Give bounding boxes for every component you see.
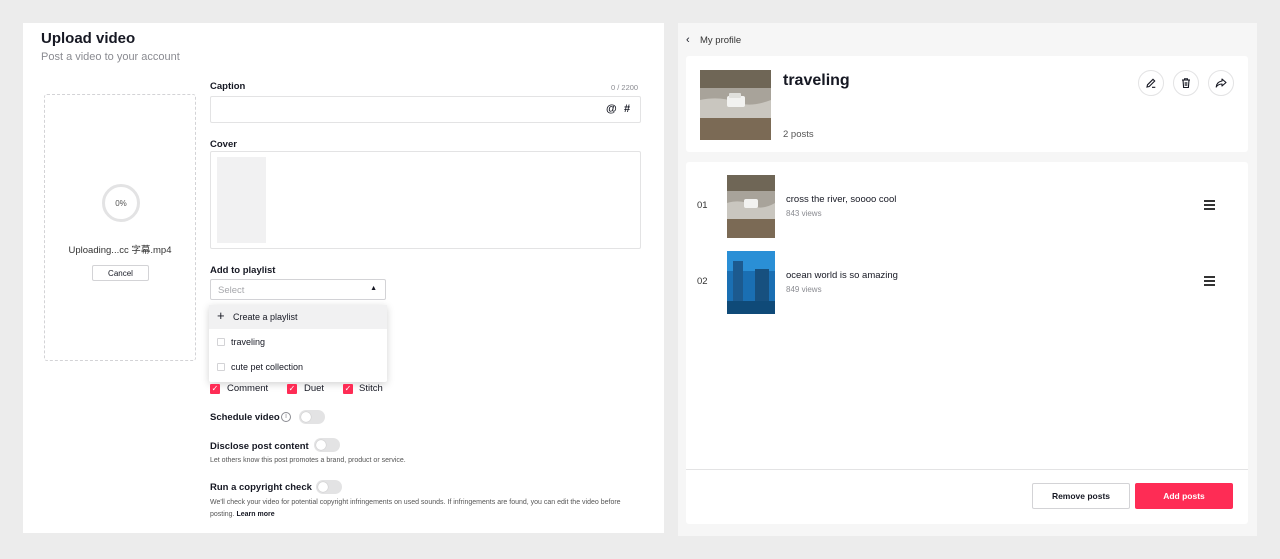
list-item[interactable]: 02 ocean world is so amazing 849 views <box>686 251 1248 315</box>
allow-stitch-label: Stitch <box>359 383 383 394</box>
cover-selector[interactable] <box>210 151 641 249</box>
list-item[interactable]: 01 cross the river, soooo cool 843 views <box>686 175 1248 239</box>
learn-more-link[interactable]: Learn more <box>236 511 274 518</box>
option-label: cute pet collection <box>231 362 304 372</box>
upload-progress-ring: 0% <box>102 184 140 222</box>
playlist-select-placeholder: Select <box>218 285 245 296</box>
option-label: Create a playlist <box>233 312 298 322</box>
plus-icon: + <box>217 308 225 323</box>
hashtag-icon[interactable]: # <box>624 103 630 115</box>
post-index: 02 <box>697 276 708 287</box>
checkbox-checked-icon[interactable]: ✓ <box>343 384 353 394</box>
drag-handle-icon[interactable] <box>1204 276 1216 288</box>
post-index: 01 <box>697 200 708 211</box>
post-title: cross the river, soooo cool <box>786 194 897 205</box>
upload-panel: Upload video Post a video to your accoun… <box>23 23 664 533</box>
caption-counter: 0 / 2200 <box>611 83 639 92</box>
post-views: 843 views <box>786 209 822 218</box>
remove-posts-button[interactable]: Remove posts <box>1032 483 1130 509</box>
playlist-cover-image <box>700 70 771 140</box>
post-thumbnail[interactable] <box>727 175 775 238</box>
post-title: ocean world is so amazing <box>786 270 898 281</box>
upload-progress-text: 0% <box>115 198 127 208</box>
page-title: Upload video <box>41 30 136 47</box>
option-checkbox[interactable] <box>217 338 225 346</box>
caret-up-icon: ▲ <box>370 285 377 292</box>
playlist-name: traveling <box>783 72 850 89</box>
cover-thumbnail[interactable] <box>217 157 266 243</box>
playlist-dropdown: + Create a playlist traveling cute pet c… <box>209 305 387 382</box>
share-button[interactable] <box>1208 70 1234 96</box>
mention-icon[interactable]: @ <box>606 103 617 115</box>
page-subtitle: Post a video to your account <box>41 51 180 63</box>
option-label: traveling <box>231 337 266 347</box>
cancel-upload-button[interactable]: Cancel <box>92 265 149 281</box>
info-icon[interactable]: i <box>281 412 291 422</box>
trash-icon <box>1182 78 1190 89</box>
playlist-select[interactable]: Select ▲ <box>210 279 386 300</box>
post-views: 849 views <box>786 285 822 294</box>
caption-input[interactable]: @ # <box>210 96 641 123</box>
allow-comment-label: Comment <box>227 383 269 394</box>
cover-label: Cover <box>210 139 237 150</box>
playlist-panel: ‹ My profile traveling 2 posts 01 cross … <box>678 23 1257 536</box>
playlist-label: Add to playlist <box>210 265 276 276</box>
playlist-posts: 01 cross the river, soooo cool 843 views… <box>686 162 1248 524</box>
disclose-label: Disclose post content <box>210 441 309 452</box>
playlist-footer: Remove posts Add posts <box>686 469 1248 524</box>
caption-label: Caption <box>210 81 246 92</box>
schedule-toggle[interactable] <box>299 410 325 424</box>
disclose-toggle[interactable] <box>314 438 340 452</box>
post-thumbnail[interactable] <box>727 251 775 314</box>
allow-duet-label: Duet <box>304 383 325 394</box>
playlist-option-traveling[interactable]: traveling <box>209 330 387 354</box>
drag-handle-icon[interactable] <box>1204 200 1216 212</box>
edit-button[interactable] <box>1138 70 1164 96</box>
add-posts-button[interactable]: Add posts <box>1135 483 1233 509</box>
chevron-left-icon[interactable]: ‹ <box>686 34 690 46</box>
upload-filename: Uploading...cc 字幕.mp4 <box>68 245 172 256</box>
checkbox-checked-icon[interactable]: ✓ <box>287 384 297 394</box>
copyright-toggle[interactable] <box>316 480 342 494</box>
copyright-label: Run a copyright check <box>210 482 312 493</box>
option-checkbox[interactable] <box>217 363 225 371</box>
checkbox-checked-icon[interactable]: ✓ <box>210 384 220 394</box>
playlist-option-cute-pet-collection[interactable]: cute pet collection <box>209 355 387 379</box>
back-to-profile-link[interactable]: My profile <box>700 35 741 46</box>
playlist-post-count: 2 posts <box>783 129 814 140</box>
share-icon <box>1215 78 1227 88</box>
playlist-header: traveling 2 posts <box>686 56 1248 152</box>
schedule-label: Schedule video <box>210 412 280 423</box>
copyright-note: We'll check your video for potential cop… <box>210 497 630 521</box>
disclose-note: Let others know this post promotes a bra… <box>210 457 406 464</box>
edit-icon <box>1146 78 1156 88</box>
create-playlist-option[interactable]: + Create a playlist <box>209 305 387 329</box>
upload-dropzone[interactable]: 0% Uploading...cc 字幕.mp4 Cancel <box>44 94 196 361</box>
delete-button[interactable] <box>1173 70 1199 96</box>
